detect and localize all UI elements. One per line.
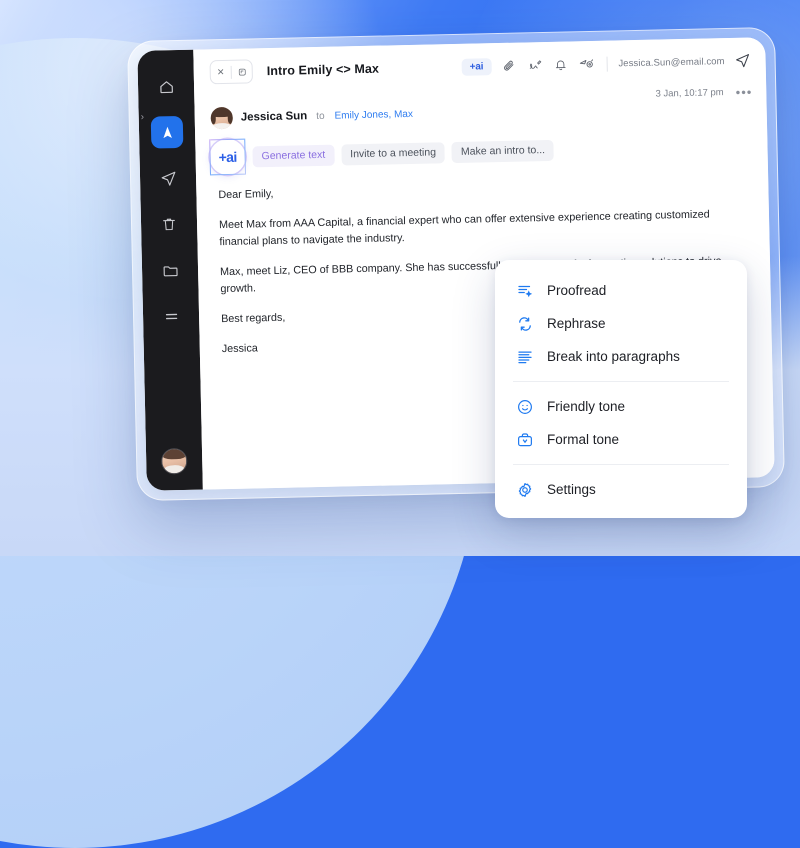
close-icon[interactable]: ✕ [211, 62, 231, 82]
hamburger-menu-icon [165, 313, 177, 319]
sidebar-item-home[interactable] [150, 70, 183, 103]
sidebar-expand-caret[interactable]: › [141, 112, 145, 123]
sidebar-item-sent[interactable] [152, 162, 185, 195]
paragraphs-icon [515, 347, 534, 366]
sender-row: Jessica Sun to Emily Jones, Max [210, 103, 414, 130]
trash-icon [163, 218, 175, 231]
sidebar-item-inbox[interactable] [150, 115, 184, 149]
ai-actions-menu: Proofread Rephrase Break into paragraphs… [495, 260, 747, 518]
briefcase-icon [515, 430, 534, 449]
ai-suggestion-chips: +ai Generate text Invite to a meeting Ma… [209, 132, 555, 176]
message-meta: 3 Jan, 10:17 pm ••• [655, 84, 753, 100]
menu-item-friendly-tone[interactable]: Friendly tone [495, 390, 747, 423]
sidebar-user-avatar[interactable] [160, 447, 188, 475]
menu-divider [513, 381, 729, 382]
ai-assistant-button[interactable]: +ai [209, 138, 246, 176]
collapse-icon[interactable] [232, 61, 252, 81]
proofread-icon [515, 281, 534, 300]
email-paragraph: Dear Emily, [218, 187, 274, 202]
menu-item-label: Break into paragraphs [547, 349, 680, 364]
divider [606, 56, 608, 72]
to-label: to [316, 110, 325, 122]
ai-orb-label: +ai [218, 148, 237, 166]
attachment-icon[interactable] [500, 57, 517, 74]
tab-controls: ✕ [209, 59, 254, 85]
send-icon[interactable] [733, 52, 751, 70]
gear-icon [515, 480, 534, 499]
sender-name: Jessica Sun [240, 110, 308, 124]
notification-bell-icon[interactable] [552, 56, 569, 73]
avatar [210, 106, 233, 130]
menu-item-rephrase[interactable]: Rephrase [495, 307, 747, 340]
more-options-button[interactable]: ••• [736, 84, 753, 99]
menu-item-label: Proofread [547, 283, 607, 298]
menu-item-break-into-paragraphs[interactable]: Break into paragraphs [495, 340, 747, 373]
menu-item-proofread[interactable]: Proofread [495, 274, 747, 307]
chip-make-an-intro[interactable]: Make an intro to... [451, 139, 555, 163]
recipients[interactable]: Emily Jones, Max [334, 108, 413, 121]
sidebar: › [137, 49, 203, 491]
sidebar-item-folders[interactable] [154, 254, 187, 287]
sidebar-item-menu[interactable] [155, 300, 188, 333]
message-timestamp: 3 Jan, 10:17 pm [655, 87, 724, 100]
menu-item-label: Rephrase [547, 316, 606, 331]
folder-icon [163, 265, 178, 276]
chip-invite-to-a-meeting[interactable]: Invite to a meeting [340, 141, 446, 165]
chip-generate-text[interactable]: Generate text [252, 144, 335, 167]
signature-icon[interactable] [526, 57, 543, 74]
sidebar-item-trash[interactable] [153, 208, 186, 241]
menu-item-label: Friendly tone [547, 399, 626, 414]
rephrase-icon [515, 314, 534, 333]
menu-item-formal-tone[interactable]: Formal tone [495, 423, 747, 456]
menu-item-settings[interactable]: Settings [495, 473, 747, 506]
toolbar-actions: +ai Jessica.Sun@email.com [461, 51, 766, 76]
account-email[interactable]: Jessica.Sun@email.com [618, 56, 724, 69]
email-paragraph: Meet Max from AAA Capital, a financial e… [218, 208, 710, 249]
read-tracking-icon[interactable] [578, 55, 595, 72]
page-title: Intro Emily <> Max [266, 61, 380, 79]
smiley-icon [515, 397, 534, 416]
menu-divider [513, 464, 729, 465]
navigator-icon [162, 126, 172, 138]
home-icon [159, 80, 173, 93]
menu-item-label: Formal tone [547, 432, 620, 447]
ai-badge[interactable]: +ai [461, 57, 492, 76]
send-icon [161, 171, 175, 186]
menu-item-label: Settings [547, 482, 596, 497]
